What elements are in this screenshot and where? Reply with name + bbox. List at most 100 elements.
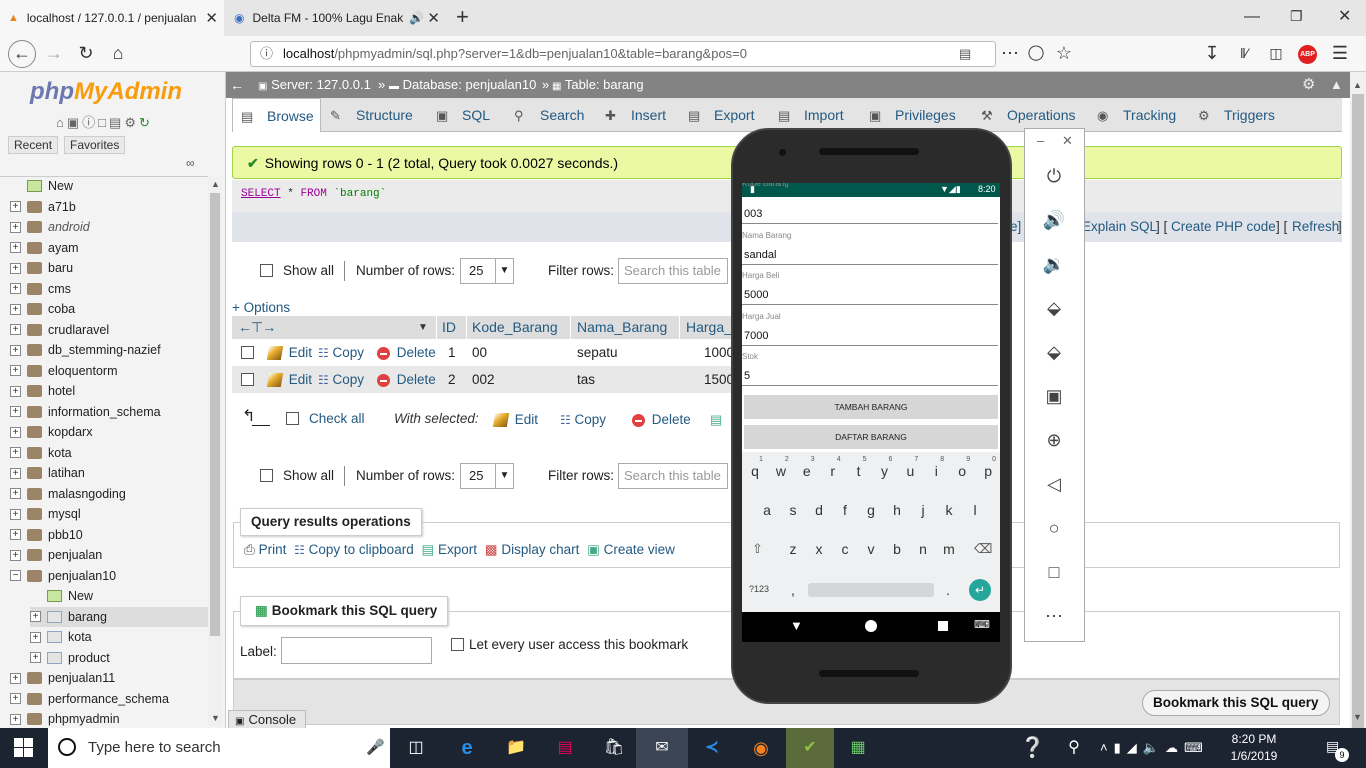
check-all-link[interactable]: Check all [309,411,365,426]
form-field-input[interactable]: sandal [744,249,776,261]
expand-icon[interactable]: + [10,467,21,479]
recent-button[interactable]: Recent [8,136,59,154]
create-view-link[interactable]: ▣ Create view [587,542,675,557]
tab-insert[interactable]: ✚ Insert [597,98,679,132]
help-circle-icon[interactable]: ❔ [1020,736,1045,760]
expand-icon[interactable]: + [10,221,21,233]
emulator-icon[interactable]: ▦ [846,736,870,760]
sidebar-item[interactable]: + android [10,217,90,237]
back-icon[interactable]: ← [8,40,36,68]
col-header-id[interactable]: ID [442,316,456,339]
tab-browse[interactable]: ▤ Browse [232,98,321,132]
expand-icon[interactable]: + [30,631,41,643]
edge-icon[interactable]: e [455,736,479,760]
reader-view-icon[interactable]: ▤ [959,42,971,66]
num-rows-select[interactable]: 25 ▼ [460,258,514,284]
tab-tracking[interactable]: ◉ Tracking [1089,98,1189,132]
more-actions-icon[interactable]: ⋯ [998,42,1022,66]
scroll-thumb[interactable] [1352,94,1364,734]
firefox-icon[interactable]: ◉ [749,736,773,760]
home-circle-icon[interactable]: ○ [1040,516,1068,540]
sidebar-toggle-icon[interactable]: ◫ [1264,42,1288,66]
expand-icon[interactable]: + [10,713,21,725]
home-icon[interactable]: ⌂ [106,42,130,66]
expand-icon[interactable]: + [10,406,21,417]
expand-icon[interactable]: + [10,242,21,253]
back-icon[interactable]: ▼ [790,618,803,633]
export-icon[interactable]: ▤ [710,412,722,428]
expand-icon[interactable]: + [10,385,21,397]
pocket-icon[interactable]: ◯ [1024,42,1048,66]
sidebar-item[interactable]: New [30,586,93,606]
rotate-left-icon[interactable]: ⬙ [1040,296,1068,320]
expand-icon[interactable]: + [10,303,21,315]
keyboard-key[interactable]: r [823,463,843,479]
minimize-icon[interactable]: – [1037,133,1044,148]
keyboard-key[interactable]: k [939,502,959,518]
link-icon[interactable]: ∞ [186,156,195,170]
mail-icon[interactable]: ✉ [650,736,674,760]
close-tab-icon[interactable]: ✕ [205,9,218,27]
keyboard-key[interactable]: b [887,541,907,557]
print-link[interactable]: ⎙ Print [244,542,286,557]
sidebar-item[interactable]: + a71b [10,197,76,217]
rotate-right-icon[interactable]: ⬙ [1040,340,1068,364]
tab-structure[interactable]: ✎ Structure [322,98,427,132]
sidebar-item[interactable]: − penjualan10 [10,566,116,586]
keyboard-key[interactable]: z [783,541,803,557]
row-edit-button[interactable]: Edit [266,339,312,366]
keyboard-icon[interactable]: ⌨ [974,618,990,631]
column-resize-arrows-icon[interactable]: ←⊤→ [238,316,276,339]
keyboard-key[interactable]: c [835,541,855,557]
sql-select-keyword[interactable]: SELECT [241,188,281,200]
keyboard-key[interactable]: n [913,541,933,557]
sidebar-item[interactable]: + latihan [10,463,85,483]
sidebar-item[interactable]: + malasngoding [10,484,126,504]
zoom-icon[interactable]: ⊕ [1040,428,1068,452]
row-checkbox[interactable] [241,346,254,359]
scroll-up-icon[interactable]: ▲ [211,179,220,189]
keyboard-key[interactable]: a [757,502,777,518]
sidebar-item[interactable]: + information_schema [10,402,161,422]
database-breadcrumb[interactable]: ▬ Database: penjualan10 [389,72,536,100]
sidebar-item[interactable]: + product [30,648,110,668]
expand-icon[interactable]: + [10,283,21,294]
expand-icon[interactable]: − [10,570,21,581]
bulk-edit-button[interactable]: Edit [492,412,538,428]
battery-icon[interactable]: ▮ [1114,740,1127,755]
info-icon[interactable]: ⓘ [260,42,273,66]
col-header-kode-barang[interactable]: Kode_Barang [472,316,558,339]
power-icon[interactable]: ⏻ [1040,164,1068,188]
collapse-arrow-icon[interactable]: ← [230,72,244,98]
recents-icon[interactable] [938,621,948,631]
camera-icon[interactable]: ▣ [1040,384,1068,408]
scroll-up-icon[interactable]: ▲ [1353,80,1362,90]
sidebar-item[interactable]: New [10,176,73,196]
expand-icon[interactable]: + [30,652,41,663]
expand-icon[interactable]: + [10,324,21,335]
tab-sql[interactable]: ▣ SQL [428,98,505,132]
sidebar-quick-icons[interactable]: ⌂▣ⓘ□▤⚙↻ [56,112,153,131]
num-rows-select[interactable]: 25 ▼ [460,463,514,489]
display-chart-link[interactable]: ▩ Display chart [485,542,580,557]
forward-icon[interactable]: → [42,42,66,66]
sidebar-item[interactable]: + performance_schema [10,689,169,709]
window-close-icon[interactable]: ✕ [1338,6,1351,26]
download-icon[interactable]: ↧ [1200,42,1224,66]
symbols-key[interactable]: ?123 [749,584,769,594]
show-all-checkbox[interactable] [260,264,273,277]
expand-icon[interactable]: + [30,611,41,622]
store-icon[interactable]: 🛍 [602,736,626,760]
sidebar-item[interactable]: + baru [10,258,73,278]
server-breadcrumb[interactable]: ▣ Server: 127.0.0.1 [258,72,371,100]
explain-sql-link[interactable]: Explain SQL [1082,212,1157,242]
url-bar[interactable]: ⓘ localhost/phpmyadmin/sql.php?server=1&… [250,41,996,67]
minimize-icon[interactable]: — [1244,8,1260,26]
keyboard-key[interactable]: d [809,502,829,518]
keyboard-key[interactable]: q [745,463,765,479]
keyboard-key[interactable]: w [771,463,791,479]
sidebar-item[interactable]: + mysql [10,504,81,524]
keyboard-key[interactable]: o [952,463,972,479]
keyboard-key[interactable]: e [797,463,817,479]
expand-icon[interactable]: + [10,488,21,499]
